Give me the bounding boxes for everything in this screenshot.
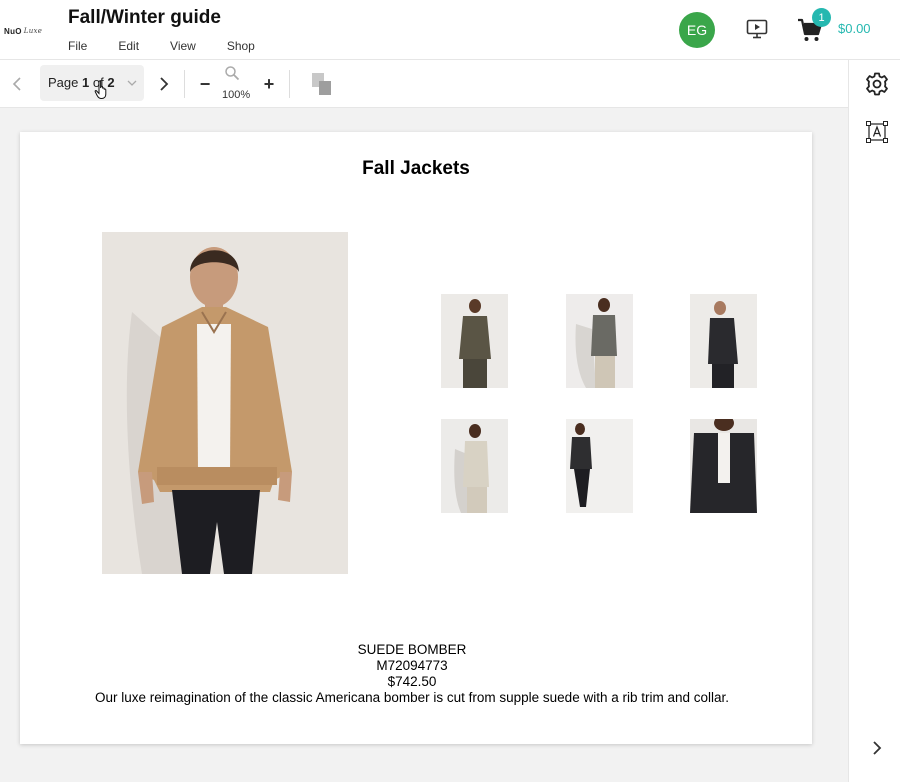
cart-total[interactable]: $0.00: [838, 21, 871, 36]
zoom-in-button[interactable]: +: [261, 75, 277, 93]
cart-count-badge: 1: [812, 8, 831, 27]
menu-view[interactable]: View: [170, 39, 196, 53]
menu-edit[interactable]: Edit: [118, 39, 139, 53]
chevron-down-icon: [127, 80, 137, 86]
chevron-left-icon[interactable]: [10, 76, 26, 92]
chevron-right-icon[interactable]: [156, 76, 172, 92]
product-thumbnail[interactable]: [441, 419, 508, 513]
pages-thumbnail-icon[interactable]: [311, 72, 333, 96]
product-description[interactable]: Our luxe reimagination of the classic Am…: [20, 690, 804, 705]
toolbar-divider: [184, 70, 185, 98]
page-selector[interactable]: Page 1 of 2: [40, 65, 144, 101]
logo-text: NuO: [4, 26, 22, 36]
right-side-panel: [848, 60, 900, 782]
document-page: Fall Jackets SUEDE BOMBER M72094773 $742…: [20, 132, 812, 744]
page-title[interactable]: Fall Jackets: [20, 158, 812, 180]
document-title[interactable]: Fall/Winter guide: [68, 7, 221, 29]
product-details: SUEDE BOMBER M72094773 $742.50: [20, 642, 804, 690]
menu-file[interactable]: File: [68, 39, 87, 53]
menu-shop[interactable]: Shop: [227, 39, 255, 53]
app-header: NuO Luxe Fall/Winter guide File Edit Vie…: [0, 0, 900, 60]
product-thumbnail[interactable]: [566, 294, 633, 388]
product-name[interactable]: SUEDE BOMBER: [20, 642, 804, 658]
page-prefix: Page: [48, 75, 79, 90]
product-thumbnail[interactable]: [441, 294, 508, 388]
product-thumbnail[interactable]: [566, 419, 633, 513]
logo-script: Luxe: [23, 27, 43, 35]
text-box-icon[interactable]: [866, 121, 888, 143]
product-thumbnail[interactable]: [690, 294, 757, 388]
document-canvas: Fall Jackets SUEDE BOMBER M72094773 $742…: [0, 108, 848, 782]
magnifier-icon: [225, 66, 240, 81]
chevron-right-icon[interactable]: [869, 740, 885, 756]
zoom-level: 100%: [222, 89, 251, 101]
menu-bar: File Edit View Shop: [68, 39, 286, 53]
zoom-out-button[interactable]: −: [197, 75, 213, 93]
presentation-play-icon[interactable]: [746, 19, 768, 39]
hero-product-image[interactable]: [102, 232, 348, 574]
hand-cursor-icon: [94, 80, 107, 100]
product-thumbnail[interactable]: [690, 419, 757, 513]
page-current: 1: [82, 75, 90, 90]
document-toolbar: Page 1 of 2 − 100% +: [0, 60, 848, 108]
toolbar-divider: [289, 70, 290, 98]
product-sku[interactable]: M72094773: [20, 658, 804, 674]
brand-logo[interactable]: NuO Luxe: [4, 24, 50, 38]
user-avatar[interactable]: EG: [679, 12, 715, 48]
gear-icon[interactable]: [865, 72, 889, 96]
product-price[interactable]: $742.50: [20, 674, 804, 690]
